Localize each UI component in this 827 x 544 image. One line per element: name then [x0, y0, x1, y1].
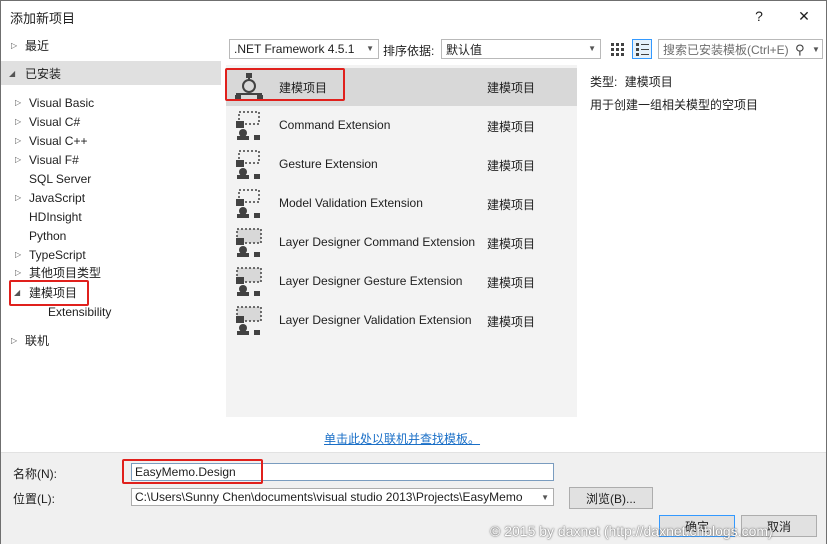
template-list: 建模项目 建模项目 Command Extension 建模项目 Gesture… — [226, 65, 577, 417]
title-bar: 添加新项目 ? ✕ — [1, 1, 826, 31]
extension-icon — [236, 150, 260, 179]
tree-item-label: Visual C++ — [29, 133, 88, 148]
tree-item-label: HDInsight — [29, 209, 82, 224]
chevron-down-icon[interactable]: ▼ — [812, 45, 820, 54]
tree-item-label: SQL Server — [29, 171, 92, 186]
tree-item-extensibility[interactable]: Extensibility — [1, 302, 221, 321]
chevron-down-icon: ▼ — [588, 44, 596, 53]
tree-item-label: Visual C# — [29, 114, 81, 129]
tree-item-label: JavaScript — [29, 190, 86, 205]
chevron-down-icon: ▼ — [541, 493, 549, 502]
template-tree: ▷ 最近 ◢ 已安装 ▷ Visual Basic ▷ Visual C# ▷ … — [1, 31, 221, 451]
template-type: 建模项目 — [487, 276, 536, 290]
template-description: 用于创建一组相关模型的空项目 — [590, 98, 759, 112]
layer-extension-icon — [236, 306, 262, 335]
sort-select-value: 默认值 — [446, 42, 483, 57]
expand-arrow-icon[interactable]: ▷ — [11, 41, 17, 50]
sort-select[interactable]: 默认值 ▼ — [441, 39, 601, 59]
template-name: Model Validation Extension — [279, 196, 423, 210]
expand-arrow-icon[interactable]: ▷ — [15, 117, 21, 126]
tree-item-visual-basic[interactable]: ▷ Visual Basic — [1, 93, 221, 112]
layer-extension-icon — [236, 267, 262, 296]
search-icon[interactable]: ⚲ — [795, 42, 805, 58]
template-name: Layer Designer Command Extension — [279, 235, 476, 249]
template-type: 建模项目 — [487, 198, 536, 212]
type-label: 类型: — [590, 75, 618, 89]
template-name: Layer Designer Validation Extension — [279, 313, 472, 327]
expand-arrow-icon[interactable]: ▷ — [11, 336, 17, 345]
expand-arrow-icon[interactable]: ▷ — [15, 193, 21, 202]
template-name: Layer Designer Gesture Extension — [279, 274, 463, 288]
close-button[interactable]: ✕ — [784, 1, 824, 31]
expand-arrow-icon[interactable]: ▷ — [15, 155, 21, 164]
template-row[interactable]: Command Extension 建模项目 — [226, 107, 577, 145]
tree-item-label: Python — [29, 228, 67, 243]
grid-view-icon — [611, 43, 624, 56]
search-placeholder: 搜索已安装模板(Ctrl+E) — [663, 42, 789, 57]
online-templates-link[interactable]: 单击此处以联机并查找模板。 — [324, 430, 480, 447]
watermark: © 2015 by daxnet (http://daxnet.cnblogs.… — [490, 523, 773, 539]
dialog-title: 添加新项目 — [10, 11, 76, 26]
collapse-arrow-icon[interactable]: ◢ — [9, 69, 15, 78]
template-type: 建模项目 — [487, 315, 536, 329]
tree-item-label: Extensibility — [48, 304, 112, 319]
location-select[interactable]: C:\Users\Sunny Chen\documents\visual stu… — [131, 488, 554, 506]
template-row[interactable]: Model Validation Extension 建模项目 — [226, 185, 577, 223]
sort-label: 排序依据: — [383, 44, 435, 58]
name-label: 名称(N): — [13, 467, 57, 481]
template-name: Gesture Extension — [279, 157, 378, 171]
expand-arrow-icon[interactable]: ▷ — [15, 250, 21, 259]
template-row[interactable]: Layer Designer Gesture Extension 建模项目 — [226, 263, 577, 301]
expand-arrow-icon[interactable]: ▷ — [15, 136, 21, 145]
highlight-box — [225, 68, 345, 101]
tree-item-label: 已安装 — [25, 66, 62, 81]
tree-item-label: TypeScript — [29, 247, 86, 262]
template-row[interactable]: Layer Designer Validation Extension 建模项目 — [226, 302, 577, 340]
template-type: 建模项目 — [487, 159, 536, 173]
extension-icon — [236, 189, 260, 218]
help-button[interactable]: ? — [739, 1, 779, 31]
extension-icon — [236, 111, 260, 140]
dialog-window: 添加新项目 ? ✕ ▷ 最近 ◢ 已安装 ▷ Visual Basic ▷ Vi… — [0, 0, 827, 544]
template-type: 建模项目 — [487, 120, 536, 134]
browse-button[interactable]: 浏览(B)... — [569, 487, 653, 509]
tree-item-visual-csharp[interactable]: ▷ Visual C# — [1, 112, 221, 131]
list-view-button[interactable] — [632, 39, 652, 59]
type-value: 建模项目 — [624, 75, 673, 89]
layer-extension-icon — [236, 228, 262, 257]
tree-item-online[interactable]: ▷ 联机 — [1, 331, 221, 350]
tree-item-typescript[interactable]: ▷ TypeScript — [1, 245, 221, 264]
tree-item-python[interactable]: Python — [1, 226, 221, 245]
template-type: 建模项目 — [487, 237, 536, 251]
framework-select[interactable]: .NET Framework 4.5.1 ▼ — [229, 39, 379, 59]
tree-item-visual-fsharp[interactable]: ▷ Visual F# — [1, 150, 221, 169]
search-input[interactable]: 搜索已安装模板(Ctrl+E) ⚲ ▼ — [658, 39, 823, 59]
small-icons-view-button[interactable] — [607, 39, 627, 59]
expand-arrow-icon[interactable]: ▷ — [15, 268, 21, 277]
tree-item-label: 联机 — [25, 334, 50, 348]
tree-item-label: Visual F# — [29, 152, 79, 167]
framework-select-value: .NET Framework 4.5.1 — [234, 42, 355, 56]
tree-item-recent[interactable]: ▷ 最近 — [1, 36, 221, 55]
template-type: 建模项目 — [487, 81, 536, 95]
chevron-down-icon: ▼ — [366, 44, 374, 53]
tree-item-installed[interactable]: ◢ 已安装 — [1, 61, 221, 85]
location-value: C:\Users\Sunny Chen\documents\visual stu… — [135, 490, 523, 504]
location-label: 位置(L): — [13, 492, 56, 506]
template-info-type: 类型: 建模项目 — [590, 73, 673, 90]
tree-item-label: Visual Basic — [29, 95, 95, 110]
tree-item-label: 其他项目类型 — [29, 266, 102, 280]
tree-item-label: 最近 — [25, 39, 50, 53]
template-name: Command Extension — [279, 118, 391, 132]
tree-item-sql-server[interactable]: SQL Server — [1, 169, 221, 188]
tree-item-hdinsight[interactable]: HDInsight — [1, 207, 221, 226]
highlight-box — [122, 459, 263, 484]
tree-item-javascript[interactable]: ▷ JavaScript — [1, 188, 221, 207]
list-view-icon — [636, 43, 649, 56]
expand-arrow-icon[interactable]: ▷ — [15, 98, 21, 107]
tree-item-visual-cpp[interactable]: ▷ Visual C++ — [1, 131, 221, 150]
template-row[interactable]: Layer Designer Command Extension 建模项目 — [226, 224, 577, 262]
template-row[interactable]: Gesture Extension 建模项目 — [226, 146, 577, 184]
